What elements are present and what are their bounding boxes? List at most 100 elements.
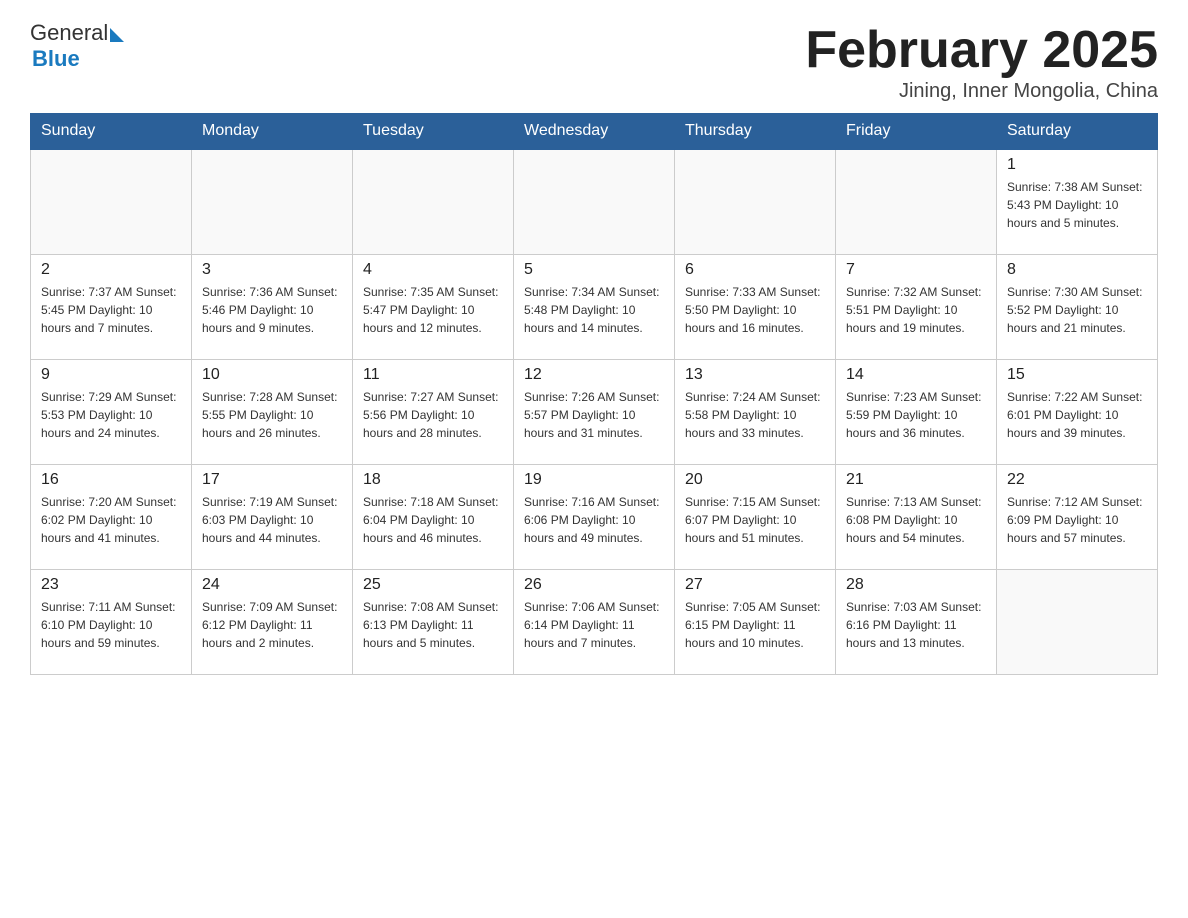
day-info: Sunrise: 7:30 AM Sunset: 5:52 PM Dayligh… (1007, 283, 1147, 337)
day-info: Sunrise: 7:03 AM Sunset: 6:16 PM Dayligh… (846, 598, 986, 652)
day-info: Sunrise: 7:29 AM Sunset: 5:53 PM Dayligh… (41, 388, 181, 442)
day-number: 19 (524, 471, 664, 489)
calendar-cell (514, 149, 675, 254)
day-number: 20 (685, 471, 825, 489)
calendar-cell (353, 149, 514, 254)
day-info: Sunrise: 7:22 AM Sunset: 6:01 PM Dayligh… (1007, 388, 1147, 442)
day-info: Sunrise: 7:20 AM Sunset: 6:02 PM Dayligh… (41, 493, 181, 547)
calendar-week-row: 2 Sunrise: 7:37 AM Sunset: 5:45 PM Daylig… (31, 254, 1158, 359)
logo-blue-text: Blue (32, 46, 80, 72)
day-info: Sunrise: 7:15 AM Sunset: 6:07 PM Dayligh… (685, 493, 825, 547)
calendar-cell: 20 Sunrise: 7:15 AM Sunset: 6:07 PM Dayli… (675, 464, 836, 569)
calendar-week-row: 16 Sunrise: 7:20 AM Sunset: 6:02 PM Dayli… (31, 464, 1158, 569)
calendar-cell: 4 Sunrise: 7:35 AM Sunset: 5:47 PM Daylig… (353, 254, 514, 359)
month-title: February 2025 (805, 20, 1158, 80)
day-info: Sunrise: 7:24 AM Sunset: 5:58 PM Dayligh… (685, 388, 825, 442)
day-info: Sunrise: 7:28 AM Sunset: 5:55 PM Dayligh… (202, 388, 342, 442)
logo-triangle-icon (110, 28, 124, 42)
day-info: Sunrise: 7:06 AM Sunset: 6:14 PM Dayligh… (524, 598, 664, 652)
calendar-cell: 1 Sunrise: 7:38 AM Sunset: 5:43 PM Daylig… (997, 149, 1158, 254)
calendar-week-row: 23Sunrise: 7:11 AM Sunset: 6:10 PM Dayli… (31, 569, 1158, 674)
day-number: 26 (524, 576, 664, 594)
day-info: Sunrise: 7:13 AM Sunset: 6:08 PM Dayligh… (846, 493, 986, 547)
day-number: 14 (846, 366, 986, 384)
day-info: Sunrise: 7:19 AM Sunset: 6:03 PM Dayligh… (202, 493, 342, 547)
day-number: 2 (41, 261, 181, 279)
calendar-cell: 17 Sunrise: 7:19 AM Sunset: 6:03 PM Dayli… (192, 464, 353, 569)
day-number: 27 (685, 576, 825, 594)
calendar-cell: 28Sunrise: 7:03 AM Sunset: 6:16 PM Dayli… (836, 569, 997, 674)
day-number: 9 (41, 366, 181, 384)
day-info: Sunrise: 7:18 AM Sunset: 6:04 PM Dayligh… (363, 493, 503, 547)
column-header-friday: Friday (836, 114, 997, 150)
day-number: 24 (202, 576, 342, 594)
day-info: Sunrise: 7:34 AM Sunset: 5:48 PM Dayligh… (524, 283, 664, 337)
calendar-cell: 21 Sunrise: 7:13 AM Sunset: 6:08 PM Dayli… (836, 464, 997, 569)
column-header-monday: Monday (192, 114, 353, 150)
title-area: February 2025 Jining, Inner Mongolia, Ch… (805, 20, 1158, 103)
column-header-sunday: Sunday (31, 114, 192, 150)
calendar-cell: 2 Sunrise: 7:37 AM Sunset: 5:45 PM Daylig… (31, 254, 192, 359)
day-number: 11 (363, 366, 503, 384)
day-info: Sunrise: 7:36 AM Sunset: 5:46 PM Dayligh… (202, 283, 342, 337)
calendar-cell (997, 569, 1158, 674)
calendar-cell: 12 Sunrise: 7:26 AM Sunset: 5:57 PM Dayli… (514, 359, 675, 464)
day-info: Sunrise: 7:05 AM Sunset: 6:15 PM Dayligh… (685, 598, 825, 652)
calendar-cell: 16 Sunrise: 7:20 AM Sunset: 6:02 PM Dayli… (31, 464, 192, 569)
column-header-thursday: Thursday (675, 114, 836, 150)
day-number: 8 (1007, 261, 1147, 279)
calendar-cell: 14Sunrise: 7:23 AM Sunset: 5:59 PM Dayli… (836, 359, 997, 464)
day-number: 5 (524, 261, 664, 279)
calendar-cell: 3 Sunrise: 7:36 AM Sunset: 5:46 PM Daylig… (192, 254, 353, 359)
calendar-cell: 10 Sunrise: 7:28 AM Sunset: 5:55 PM Dayli… (192, 359, 353, 464)
day-number: 6 (685, 261, 825, 279)
calendar-header-row: SundayMondayTuesdayWednesdayThursdayFrid… (31, 114, 1158, 150)
day-number: 1 (1007, 156, 1147, 174)
day-number: 18 (363, 471, 503, 489)
day-info: Sunrise: 7:37 AM Sunset: 5:45 PM Dayligh… (41, 283, 181, 337)
day-info: Sunrise: 7:33 AM Sunset: 5:50 PM Dayligh… (685, 283, 825, 337)
column-header-tuesday: Tuesday (353, 114, 514, 150)
calendar-cell (192, 149, 353, 254)
calendar-week-row: 1 Sunrise: 7:38 AM Sunset: 5:43 PM Daylig… (31, 149, 1158, 254)
day-number: 25 (363, 576, 503, 594)
day-number: 22 (1007, 471, 1147, 489)
day-number: 3 (202, 261, 342, 279)
calendar-cell (675, 149, 836, 254)
calendar-cell: 9 Sunrise: 7:29 AM Sunset: 5:53 PM Daylig… (31, 359, 192, 464)
day-number: 10 (202, 366, 342, 384)
calendar-cell: 13 Sunrise: 7:24 AM Sunset: 5:58 PM Dayli… (675, 359, 836, 464)
day-info: Sunrise: 7:16 AM Sunset: 6:06 PM Dayligh… (524, 493, 664, 547)
day-number: 7 (846, 261, 986, 279)
calendar-cell: 6 Sunrise: 7:33 AM Sunset: 5:50 PM Daylig… (675, 254, 836, 359)
day-number: 13 (685, 366, 825, 384)
day-number: 17 (202, 471, 342, 489)
logo: General Blue (30, 20, 124, 72)
calendar-cell: 24 Sunrise: 7:09 AM Sunset: 6:12 PM Dayli… (192, 569, 353, 674)
calendar-week-row: 9 Sunrise: 7:29 AM Sunset: 5:53 PM Daylig… (31, 359, 1158, 464)
location-text: Jining, Inner Mongolia, China (805, 80, 1158, 103)
day-number: 16 (41, 471, 181, 489)
day-number: 4 (363, 261, 503, 279)
day-number: 21 (846, 471, 986, 489)
day-info: Sunrise: 7:26 AM Sunset: 5:57 PM Dayligh… (524, 388, 664, 442)
day-info: Sunrise: 7:32 AM Sunset: 5:51 PM Dayligh… (846, 283, 986, 337)
calendar-cell (836, 149, 997, 254)
calendar-cell (31, 149, 192, 254)
calendar-cell: 7 Sunrise: 7:32 AM Sunset: 5:51 PM Daylig… (836, 254, 997, 359)
calendar-cell: 26 Sunrise: 7:06 AM Sunset: 6:14 PM Dayli… (514, 569, 675, 674)
day-info: Sunrise: 7:35 AM Sunset: 5:47 PM Dayligh… (363, 283, 503, 337)
calendar-cell: 18 Sunrise: 7:18 AM Sunset: 6:04 PM Dayli… (353, 464, 514, 569)
calendar-cell: 22Sunrise: 7:12 AM Sunset: 6:09 PM Dayli… (997, 464, 1158, 569)
calendar-cell: 8 Sunrise: 7:30 AM Sunset: 5:52 PM Daylig… (997, 254, 1158, 359)
page-header: General Blue February 2025 Jining, Inner… (30, 20, 1158, 103)
calendar-cell: 11 Sunrise: 7:27 AM Sunset: 5:56 PM Dayli… (353, 359, 514, 464)
day-number: 12 (524, 366, 664, 384)
day-info: Sunrise: 7:11 AM Sunset: 6:10 PM Dayligh… (41, 598, 181, 652)
calendar-cell: 5 Sunrise: 7:34 AM Sunset: 5:48 PM Daylig… (514, 254, 675, 359)
logo-general-text: General (30, 20, 108, 46)
day-info: Sunrise: 7:27 AM Sunset: 5:56 PM Dayligh… (363, 388, 503, 442)
day-info: Sunrise: 7:38 AM Sunset: 5:43 PM Dayligh… (1007, 178, 1147, 232)
day-info: Sunrise: 7:09 AM Sunset: 6:12 PM Dayligh… (202, 598, 342, 652)
column-header-wednesday: Wednesday (514, 114, 675, 150)
